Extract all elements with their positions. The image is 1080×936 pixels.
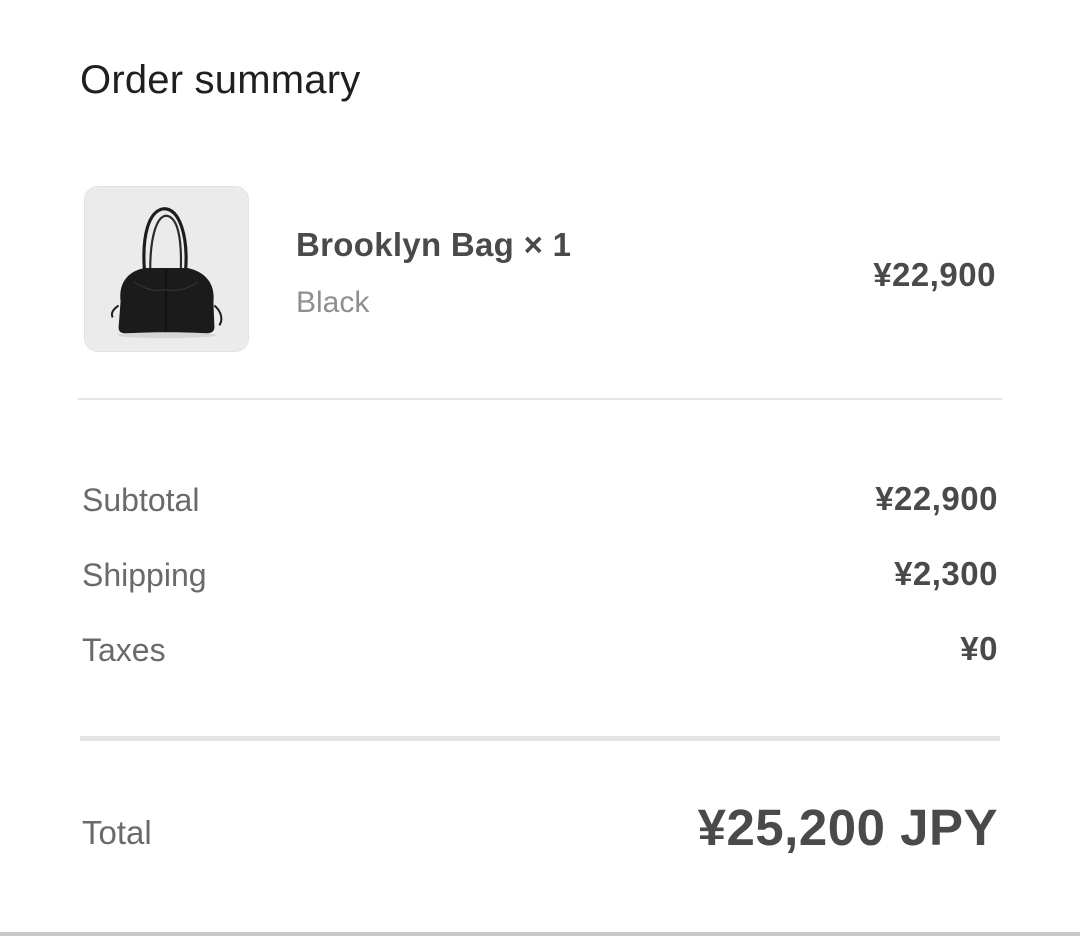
total-label: Total [82, 814, 152, 851]
total-divider [80, 736, 1000, 741]
page-title: Order summary [80, 58, 361, 102]
divider [78, 398, 1002, 400]
product-name: Brooklyn Bag × 1 [296, 226, 572, 263]
subtotal-value: ¥22,900 [875, 480, 998, 517]
product-price: ¥22,900 [873, 256, 996, 293]
bottom-border [0, 932, 1080, 936]
total-value: ¥25,200 JPY [697, 799, 998, 856]
subtotal-label: Subtotal [82, 482, 200, 518]
taxes-value: ¥0 [960, 630, 998, 667]
product-thumbnail [84, 186, 249, 352]
product-variant: Black [296, 286, 370, 319]
shipping-label: Shipping [82, 557, 207, 593]
order-summary-panel: Order summary Brooklyn Bag × 1 Black ¥22… [0, 0, 1080, 936]
taxes-label: Taxes [82, 632, 166, 668]
shipping-value: ¥2,300 [894, 555, 998, 592]
bag-image-icon [85, 187, 248, 351]
